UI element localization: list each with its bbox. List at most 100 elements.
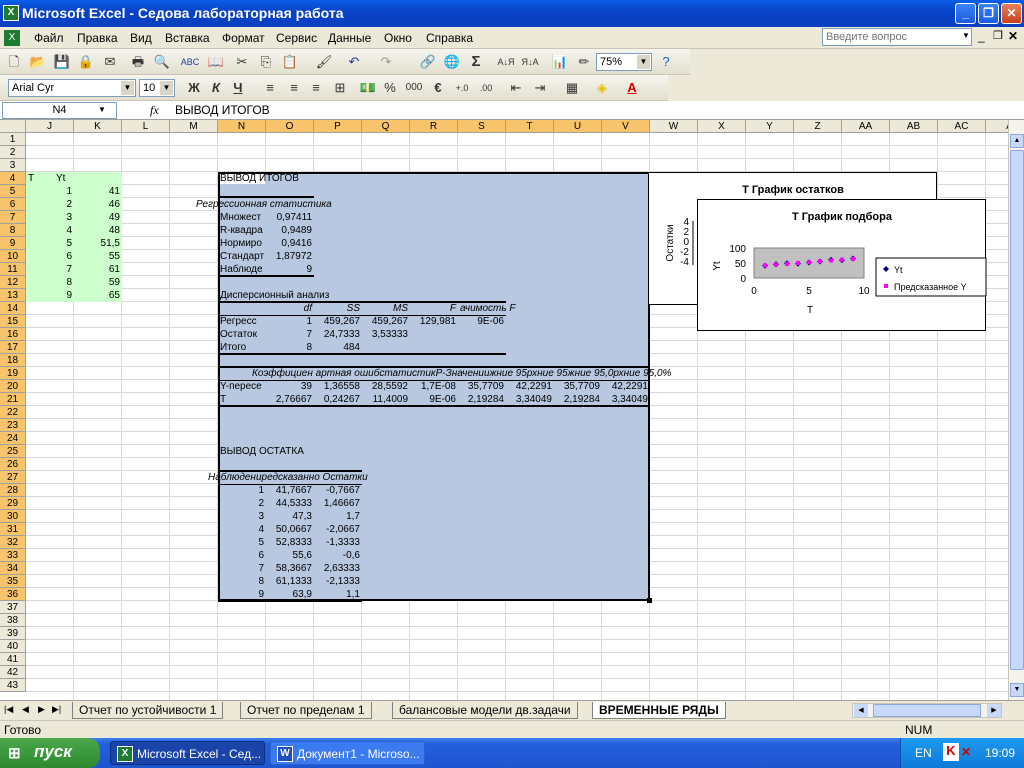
menu-tools[interactable]: Сервис [276,31,317,45]
cell[interactable]: 1,87972 [268,250,312,263]
row-header[interactable]: 3 [0,159,26,172]
name-box-dropdown-icon[interactable]: ▼ [98,105,106,114]
cell[interactable]: 7 [220,562,264,575]
row-header[interactable]: 30 [0,510,26,523]
cell[interactable]: 459,267 [316,315,360,328]
cell[interactable]: 39 [268,380,312,393]
column-header[interactable]: X [698,120,746,133]
align-left-icon[interactable]: ≡ [260,78,280,98]
row-header[interactable]: 41 [0,653,26,666]
cell[interactable]: 41 [76,185,120,198]
workbook-icon[interactable]: X [4,30,20,46]
cell[interactable]: 4 [220,523,264,536]
row-header[interactable]: 2 [0,146,26,159]
close-button[interactable]: ✕ [1001,3,1022,24]
undo-icon[interactable]: ↶ [344,52,364,72]
cell[interactable]: 51,5 [76,237,120,250]
redo-icon[interactable]: ↷ [376,52,396,72]
cell[interactable]: 50,0667 [268,523,312,536]
row-header[interactable]: 20 [0,380,26,393]
cell[interactable]: 8 [220,575,264,588]
cell[interactable]: 1 [220,484,264,497]
column-header[interactable]: Y [746,120,794,133]
row-header[interactable]: 27 [0,471,26,484]
sheet-tab-limits[interactable]: Отчет по пределам 1 [240,702,372,719]
new-icon[interactable]: 🗋 [4,52,24,72]
column-header[interactable]: O [266,120,314,133]
bold-button[interactable]: Ж [184,78,204,98]
cell[interactable]: 61,1333 [268,575,312,588]
row-header[interactable]: 16 [0,328,26,341]
cell[interactable]: 1 [268,315,312,328]
cell[interactable]: -0,6 [316,549,360,562]
ask-dropdown-icon[interactable]: ▼ [962,31,970,40]
formula-content[interactable]: ВЫВОД ИТОГОВ [175,103,270,117]
column-header[interactable]: A [986,120,1008,133]
cell[interactable]: 42,2291 [604,380,648,393]
column-header[interactable]: S [458,120,506,133]
column-header[interactable]: Z [794,120,842,133]
font-select[interactable]: Arial Cyr ▼ [8,79,136,97]
column-header[interactable]: AB [890,120,938,133]
spreadsheet-grid[interactable]: JKLMNOPQRSTUVWXYZAAABACA1234567891011121… [0,120,1008,700]
fill-handle[interactable] [647,598,652,603]
last-sheet-icon[interactable]: ▶| [52,704,61,715]
open-icon[interactable]: 📂 [28,52,48,72]
cell[interactable]: 3 [220,510,264,523]
doc-close-button[interactable]: ✕ [1008,29,1018,43]
print-preview-icon[interactable]: 🔍 [152,52,172,72]
cell[interactable]: Регресс [220,315,264,328]
row-header[interactable]: 5 [0,185,26,198]
vertical-scrollbar[interactable]: ▲ ▼ [1008,120,1024,700]
email-icon[interactable]: ✉ [100,52,120,72]
cell[interactable]: 2,63333 [316,562,360,575]
hscroll-thumb[interactable] [873,704,981,717]
scroll-right-icon[interactable]: ▶ [987,704,1001,717]
cell[interactable]: 9 [28,289,72,302]
row-header[interactable]: 24 [0,432,26,445]
menu-insert[interactable]: Вставка [165,31,210,45]
sheet-tab-balance[interactable]: балансовые модели дв.задачи [392,702,578,719]
cell[interactable]: -2,0667 [316,523,360,536]
cell[interactable]: 61 [76,263,120,276]
drawing-icon[interactable]: ✏ [574,52,594,72]
cell[interactable]: 1 [28,185,72,198]
cell[interactable]: 6 [220,549,264,562]
column-header[interactable]: P [314,120,362,133]
cell[interactable]: 48 [76,224,120,237]
row-header[interactable]: 19 [0,367,26,380]
ask-question-input[interactable] [822,28,972,46]
permission-icon[interactable]: 🔒 [76,52,96,72]
row-header[interactable]: 26 [0,458,26,471]
alert-icon[interactable]: ✕ [961,745,971,759]
cell[interactable]: 5 [28,237,72,250]
column-header[interactable]: V [602,120,650,133]
task-word[interactable]: W Документ1 - Microso... [270,741,425,765]
cell[interactable]: Наблюдениредсказанно Остатки [208,471,368,484]
row-header[interactable]: 4 [0,172,26,185]
cell[interactable]: Стандарт [220,250,264,263]
cell[interactable]: 55 [76,250,120,263]
row-header[interactable]: 35 [0,575,26,588]
cell[interactable]: -0,7667 [316,484,360,497]
cell[interactable]: 42,2291 [508,380,552,393]
font-size-select[interactable]: 10 ▼ [139,79,175,97]
row-header[interactable]: 32 [0,536,26,549]
cell[interactable]: 0,9489 [268,224,312,237]
cell[interactable]: 1,7E-08 [412,380,456,393]
italic-button[interactable]: К [206,78,226,98]
menu-format[interactable]: Формат [222,31,265,45]
cell[interactable]: df [268,302,312,315]
research-icon[interactable]: 📖 [206,52,226,72]
row-header[interactable]: 37 [0,601,26,614]
row-header[interactable]: 22 [0,406,26,419]
row-header[interactable]: 14 [0,302,26,315]
cell[interactable]: 35,7709 [556,380,600,393]
cell[interactable] [412,328,456,341]
cell[interactable]: Коэффициен артная ошибстатистикР-Значени… [252,367,671,380]
horizontal-scrollbar[interactable]: ◀ ▶ [852,703,1002,718]
row-header[interactable]: 21 [0,393,26,406]
increase-indent-icon[interactable]: ⇥ [530,78,550,98]
cell[interactable]: 4 [28,224,72,237]
row-header[interactable]: 8 [0,224,26,237]
